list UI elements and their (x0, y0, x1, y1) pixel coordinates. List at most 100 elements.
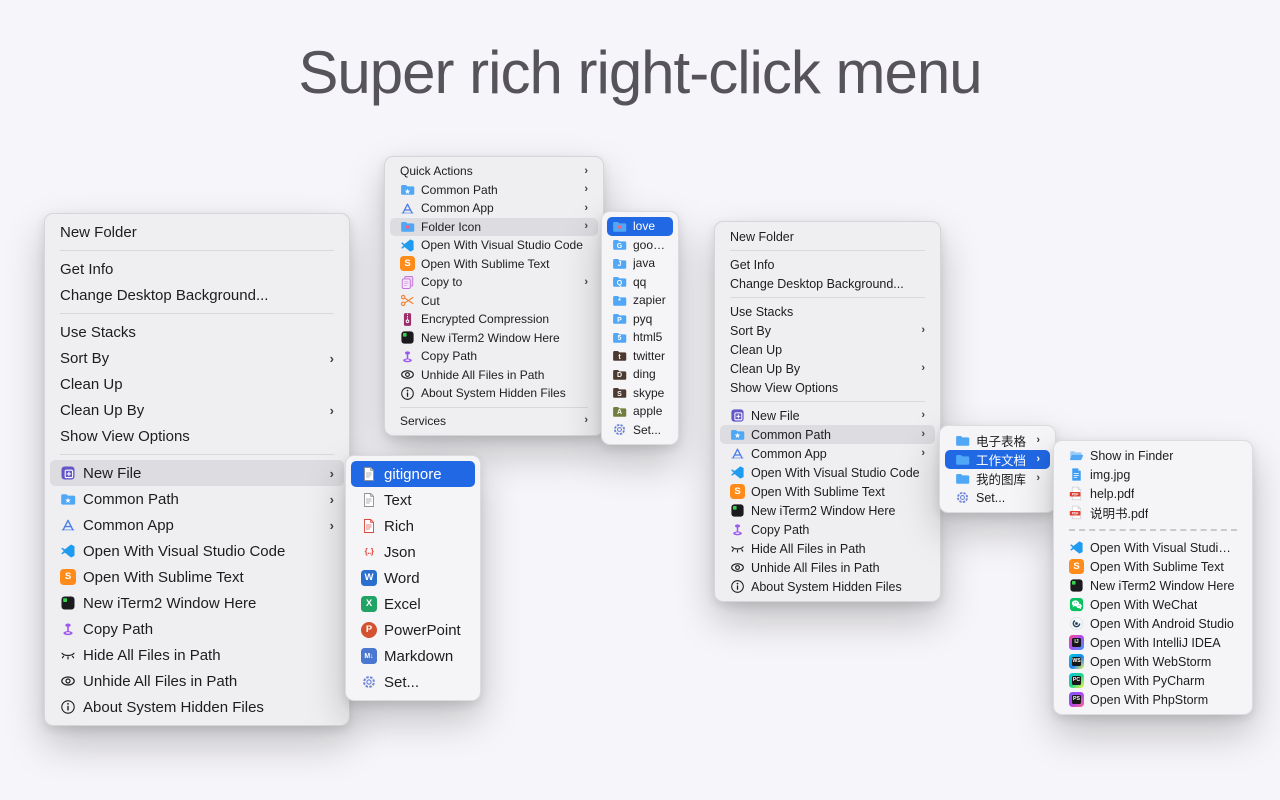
menu-item-new-folder[interactable]: New Folder (720, 227, 935, 246)
html5-folder-icon: 5 (612, 330, 627, 345)
menu-item-open-with-vscode[interactable]: Open With Visual Studio Code (390, 236, 598, 255)
menu-item-get-info[interactable]: Get Info (50, 256, 344, 282)
menu-item-open-with-phpstorm[interactable]: PS Open With PhpStorm (1059, 690, 1247, 709)
menu-item-my-gallery-folder[interactable]: 我的图库› (945, 469, 1050, 488)
menu-item-ding[interactable]: D ding (607, 365, 673, 384)
menu-item-change-desktop-background[interactable]: Change Desktop Background... (50, 282, 344, 308)
menu-item-twitter[interactable]: t twitter (607, 347, 673, 366)
menu-item-open-with-vscode[interactable]: Open With Visual Studio Code (720, 463, 935, 482)
menu-item-open-with-wechat[interactable]: Open With WeChat (1059, 595, 1247, 614)
menu-item-unhide-all-files[interactable]: Unhide All Files in Path (50, 668, 344, 694)
menu-item-common-path[interactable]: ★ Common Path› (390, 181, 598, 200)
menu-item-common-app[interactable]: Common App› (720, 444, 935, 463)
menu-item-open-with-intellij[interactable]: IJ Open With IntelliJ IDEA (1059, 633, 1247, 652)
menu-item-clean-up-by[interactable]: Clean Up By› (50, 397, 344, 423)
menu-item-skype[interactable]: S skype (607, 384, 673, 403)
menu-item-java[interactable]: J java (607, 254, 673, 273)
menu-item-copy-to[interactable]: Copy to› (390, 273, 598, 292)
menu-item-common-path[interactable]: ★ Common Path› (720, 425, 935, 444)
menu-item-unhide-all-files[interactable]: Unhide All Files in Path (720, 558, 935, 577)
menu-item-open-with-pycharm[interactable]: PC Open With PyCharm (1059, 671, 1247, 690)
menu-item-open-with-vscode[interactable]: Open With Visual Studio Code (1059, 538, 1247, 557)
menu-item-common-app[interactable]: Common App› (50, 512, 344, 538)
menu-item-about-system-hidden-files[interactable]: About System Hidden Files (390, 384, 598, 403)
menu-item-rich[interactable]: Rich (351, 513, 475, 539)
common-path-submenu: 电子表格› 工作文档› 我的图库› Set... (939, 425, 1056, 513)
menu-item-json[interactable]: {..} Json (351, 539, 475, 565)
menu-item-img-jpg[interactable]: img.jpg (1059, 465, 1247, 484)
menu-item-use-stacks[interactable]: Use Stacks (50, 319, 344, 345)
menu-item-open-with-vscode[interactable]: Open With Visual Studio Code (50, 538, 344, 564)
menu-item-show-view-options[interactable]: Show View Options (720, 378, 935, 397)
menu-item-copy-path[interactable]: Copy Path (720, 520, 935, 539)
menu-item-hide-all-files[interactable]: Hide All Files in Path (50, 642, 344, 668)
menu-item-change-desktop-background[interactable]: Change Desktop Background... (720, 274, 935, 293)
menu-item-open-with-android-studio[interactable]: Open With Android Studio (1059, 614, 1247, 633)
menu-item-apple[interactable]: A apple (607, 402, 673, 421)
menu-item-about-system-hidden-files[interactable]: About System Hidden Files (720, 577, 935, 596)
menu-item-about-system-hidden-files[interactable]: About System Hidden Files (50, 694, 344, 720)
menu-item-use-stacks[interactable]: Use Stacks (720, 302, 935, 321)
folder-icon (955, 433, 970, 448)
menu-item-get-info[interactable]: Get Info (720, 255, 935, 274)
page-title: Super rich right-click menu (0, 38, 1280, 107)
copy-path-icon (60, 621, 76, 637)
menu-item-qq[interactable]: Q qq (607, 273, 673, 292)
menu-item-common-path[interactable]: ★ Common Path› (50, 486, 344, 512)
menu-item-work-documents-folder[interactable]: 工作文档› (945, 450, 1050, 469)
menu-item-set[interactable]: Set... (607, 421, 673, 440)
menu-item-new-folder[interactable]: New Folder (50, 219, 344, 245)
menu-item-services[interactable]: Services› (390, 412, 598, 431)
menu-item-open-with-webstorm[interactable]: WS Open With WebStorm (1059, 652, 1247, 671)
menu-item-quick-actions[interactable]: Quick Actions› (390, 162, 598, 181)
menu-item-google[interactable]: G google (607, 236, 673, 255)
menu-item-new-iterm2-window[interactable]: New iTerm2 Window Here (50, 590, 344, 616)
menu-item-clean-up[interactable]: Clean Up (50, 371, 344, 397)
menu-item-help-pdf[interactable]: help.pdf (1059, 484, 1247, 503)
menu-item-sort-by[interactable]: Sort By› (50, 345, 344, 371)
menu-item-new-file[interactable]: New File› (720, 406, 935, 425)
menu-item-pyq[interactable]: P pyq (607, 310, 673, 329)
menu-item-open-with-sublime[interactable]: S Open With Sublime Text (720, 482, 935, 501)
label: Encrypted Compression (421, 312, 549, 326)
menu-item-encrypted-compression[interactable]: Encrypted Compression (390, 310, 598, 329)
menu-item-new-file[interactable]: New File› (50, 460, 344, 486)
menu-item-clean-up-by[interactable]: Clean Up By› (720, 359, 935, 378)
menu-item-new-iterm2-window[interactable]: New iTerm2 Window Here (390, 329, 598, 348)
menu-item-love[interactable]: ♥ love (607, 217, 673, 236)
eye-closed-icon (730, 541, 745, 556)
menu-item-clean-up[interactable]: Clean Up (720, 340, 935, 359)
menu-item-set[interactable]: Set... (351, 669, 475, 695)
menu-item-word[interactable]: W Word (351, 565, 475, 591)
label: Open With Visual Studio Code (751, 466, 920, 480)
app-store-icon (730, 446, 745, 461)
menu-item-copy-path[interactable]: Copy Path (390, 347, 598, 366)
menu-item-show-view-options[interactable]: Show View Options (50, 423, 344, 449)
finder-item-context-menu: Quick Actions› ★ Common Path› Common App… (384, 156, 604, 436)
menu-item-new-iterm2-window[interactable]: New iTerm2 Window Here (1059, 576, 1247, 595)
menu-item-zapier[interactable]: * zapier (607, 291, 673, 310)
menu-item-sort-by[interactable]: Sort By› (720, 321, 935, 340)
menu-item-common-app[interactable]: Common App› (390, 199, 598, 218)
menu-item-powerpoint[interactable]: P PowerPoint (351, 617, 475, 643)
menu-item-copy-path[interactable]: Copy Path (50, 616, 344, 642)
menu-item-manual-pdf[interactable]: 说明书.pdf (1059, 503, 1247, 522)
menu-item-unhide-all-files[interactable]: Unhide All Files in Path (390, 366, 598, 385)
menu-item-open-with-sublime[interactable]: S Open With Sublime Text (50, 564, 344, 590)
menu-item-gitignore[interactable]: gitignore (351, 461, 475, 487)
menu-item-text[interactable]: Text (351, 487, 475, 513)
menu-item-spreadsheets-folder[interactable]: 电子表格› (945, 431, 1050, 450)
vscode-icon (60, 543, 76, 559)
label: New iTerm2 Window Here (1090, 579, 1234, 593)
menu-item-hide-all-files[interactable]: Hide All Files in Path (720, 539, 935, 558)
menu-item-markdown[interactable]: M↓ Markdown (351, 643, 475, 669)
menu-item-new-iterm2-window[interactable]: New iTerm2 Window Here (720, 501, 935, 520)
menu-item-open-with-sublime[interactable]: S Open With Sublime Text (1059, 557, 1247, 576)
menu-item-folder-icon[interactable]: ♥ Folder Icon› (390, 218, 598, 237)
menu-item-excel[interactable]: X Excel (351, 591, 475, 617)
menu-item-html5[interactable]: 5 html5 (607, 328, 673, 347)
menu-item-open-with-sublime[interactable]: S Open With Sublime Text (390, 255, 598, 274)
menu-item-cut[interactable]: Cut (390, 292, 598, 311)
menu-item-show-in-finder[interactable]: Show in Finder (1059, 446, 1247, 465)
menu-item-set[interactable]: Set... (945, 488, 1050, 507)
